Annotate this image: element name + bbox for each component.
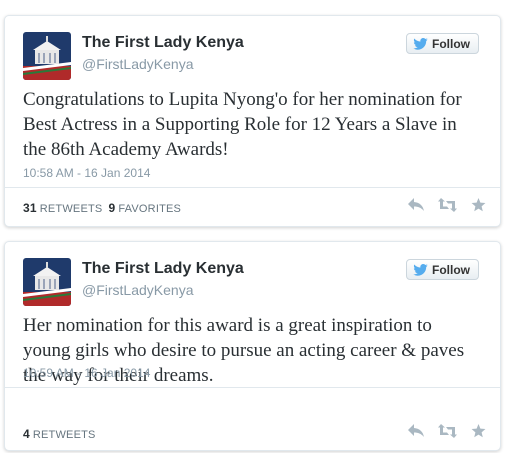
follow-button[interactable]: Follow (406, 259, 479, 280)
retweet-icon[interactable] (438, 424, 457, 438)
divider (5, 187, 500, 188)
tweet-actions (408, 424, 486, 438)
follow-label: Follow (432, 262, 470, 277)
twitter-bird-icon (413, 263, 428, 276)
star-icon[interactable] (471, 198, 486, 212)
favorites-count: 9 (108, 201, 116, 215)
follow-button[interactable]: Follow (406, 33, 479, 54)
tweet-stats: 4 RETWEETS (23, 427, 96, 441)
display-name[interactable]: The First Lady Kenya (82, 34, 244, 52)
follow-label: Follow (432, 36, 470, 51)
star-icon[interactable] (471, 424, 486, 438)
tweet-card: The First Lady Kenya @FirstLadyKenya Fol… (4, 15, 501, 227)
timestamp[interactable]: 10:58 AM - 16 Jan 2014 (23, 166, 150, 180)
tweet-card: The First Lady Kenya @FirstLadyKenya Fol… (4, 241, 501, 451)
reply-icon[interactable] (408, 198, 424, 212)
state-house-emblem-icon (23, 258, 71, 306)
divider (5, 387, 500, 388)
retweets-stat[interactable]: 31 RETWEETS (23, 201, 102, 215)
favorites-stat[interactable]: 9 FAVORITES (108, 201, 181, 215)
retweets-count: 31 (23, 201, 37, 215)
reply-icon[interactable] (408, 424, 424, 438)
tweet-actions (408, 198, 486, 212)
timestamp[interactable]: 10:59 AM - 16 Jan 2014 (23, 366, 150, 380)
user-handle[interactable]: @FirstLadyKenya (82, 282, 193, 298)
user-handle[interactable]: @FirstLadyKenya (82, 56, 193, 72)
avatar[interactable] (23, 32, 71, 80)
display-name[interactable]: The First Lady Kenya (82, 260, 244, 278)
state-house-emblem-icon (23, 32, 71, 80)
retweets-count: 4 (23, 427, 30, 441)
twitter-bird-icon (413, 37, 428, 50)
retweet-icon[interactable] (438, 198, 457, 212)
avatar[interactable] (23, 258, 71, 306)
retweets-stat[interactable]: 4 RETWEETS (23, 427, 96, 441)
tweet-text: Congratulations to Lupita Nyong'o for he… (23, 89, 462, 160)
retweets-label: RETWEETS (39, 203, 103, 215)
favorites-label: FAVORITES (118, 203, 182, 215)
retweets-label: RETWEETS (32, 429, 96, 441)
tweet-stats: 31 RETWEETS 9 FAVORITES (23, 201, 181, 215)
